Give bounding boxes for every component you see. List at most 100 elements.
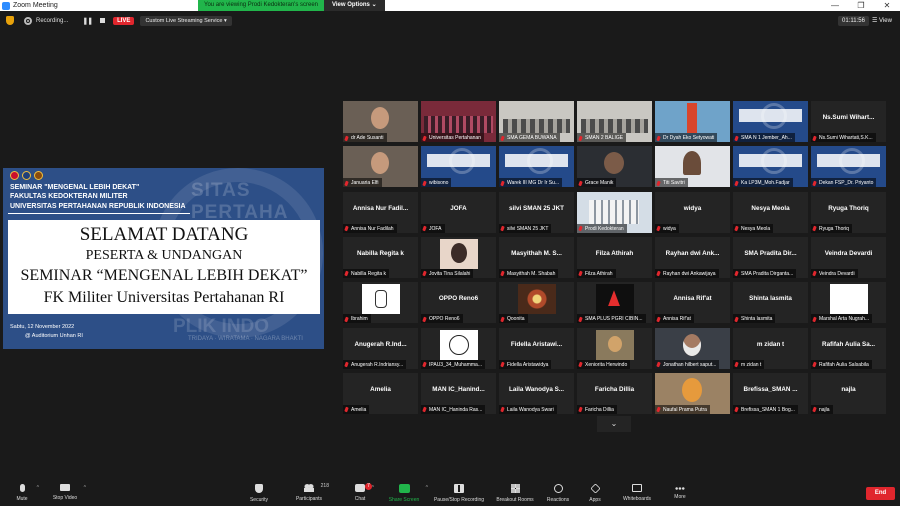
participant-display-name: Rafifah Aulia Sa... [822, 340, 875, 348]
participant-tile[interactable]: Laila Wanodya S... Laila Wanodya Swari [499, 372, 574, 414]
participant-tile[interactable]: Ns.Sumi Wihart... Ns.Sumi Wihartati,S.K..… [811, 101, 886, 142]
participant-name: SMA Pradita Dirganta... [741, 270, 794, 277]
pause-recording-button[interactable]: ❚❚ [82, 17, 93, 25]
share-options-caret[interactable]: ^ [426, 485, 428, 491]
participant-tile[interactable]: Nabilla Regita k Nabilla Regita k [343, 236, 418, 278]
meeting-timer: 01:11:56 [838, 15, 869, 26]
participant-tile[interactable]: dr Ade Susanti [343, 101, 418, 142]
whiteboards-button[interactable]: Whiteboards [621, 482, 653, 506]
more-button[interactable]: More [672, 482, 688, 506]
muted-mic-icon [734, 180, 739, 187]
participant-tile[interactable]: wibisono [421, 146, 496, 188]
participant-name: wibisono [429, 180, 449, 187]
recording-label: Recording... [36, 17, 69, 24]
participant-name: Shinta lasmita [741, 316, 773, 323]
muted-mic-icon [812, 135, 817, 141]
participant-tile[interactable]: Amelia Amelia [343, 372, 418, 414]
view-options-button[interactable]: View Options ⌄ [324, 0, 385, 11]
ellipsis-icon [675, 487, 685, 490]
encryption-shield-icon[interactable] [6, 16, 14, 25]
participant-tile[interactable]: Ka LP3M_Moh.Fadjar [733, 146, 808, 188]
participant-tile[interactable]: Masyithah M. S... Masyithah M. Shabah [499, 236, 574, 278]
participant-tile[interactable]: Dr Dyah Eko Setyowati [655, 101, 730, 142]
stop-video-button[interactable]: Stop Video ^ [50, 482, 86, 506]
view-button[interactable]: ☰ View [872, 17, 892, 24]
end-meeting-button[interactable]: End [866, 487, 895, 500]
participant-tile[interactable]: OPPO Reno6 OPPO Reno6 [421, 282, 496, 324]
participant-tile[interactable]: SMA Pradita Dir... SMA Pradita Dirganta..… [733, 236, 808, 278]
reactions-button[interactable]: Reactions [546, 482, 570, 506]
audio-options-caret[interactable]: ^ [37, 485, 39, 491]
participant-tile[interactable]: Faricha Dillia Faricha Dillia [577, 372, 652, 414]
participant-tile[interactable]: najla najla [811, 372, 886, 414]
apps-icon [589, 483, 601, 494]
participant-name: Nesya Meola [741, 225, 771, 232]
participant-name: OPPO Reno6 [429, 316, 460, 323]
pause-stop-recording-button[interactable]: Pause/Stop Recording [432, 482, 486, 506]
participant-tile[interactable]: Jonathan hilbert saput... [655, 327, 730, 369]
participant-tile[interactable]: Rafifah Aulia Sa... Rafifah Aulia Salsabi… [811, 327, 886, 369]
participant-name: dr Ade Susanti [351, 135, 384, 141]
participant-tile[interactable]: Universitas Pertahanan [421, 101, 496, 142]
participant-tile[interactable]: Dekan FSP_Dr. Priyanto [811, 146, 886, 188]
participant-display-name: m zidan t [756, 340, 785, 348]
live-badge[interactable]: LIVE [113, 16, 135, 25]
participant-tile[interactable]: SMAN 2 BALIGE [577, 101, 652, 142]
participant-tile[interactable]: Marshal Arta Nugrah... [811, 282, 886, 324]
participant-tile[interactable]: Titi Savitri [655, 146, 730, 188]
watermark-text-top: SITAS PERTAHA [191, 180, 289, 223]
next-page-button[interactable]: ⌄ [597, 416, 631, 432]
participant-tile[interactable]: Shinta lasmita Shinta lasmita [733, 282, 808, 324]
muted-mic-icon [734, 135, 739, 141]
participants-button[interactable]: Participants 218 [293, 482, 329, 506]
participant-tile[interactable]: Naufal Prama Putra [655, 372, 730, 414]
participant-tile[interactable]: Ryuga Thoriq Ryuga Thoriq [811, 191, 886, 233]
close-button[interactable]: ✕ [874, 1, 900, 10]
minimize-button[interactable]: — [822, 1, 848, 10]
participant-tile[interactable]: Fidella Aristawi... Fidella Aristawidya [499, 327, 574, 369]
slide-title: SELAMAT DATANG [79, 224, 249, 245]
mute-button[interactable]: Mute ^ [11, 482, 39, 506]
share-screen-button[interactable]: Share Screen ^ [386, 482, 428, 506]
participant-tile[interactable]: Xeniorita Herwindo [577, 327, 652, 369]
participant-tile[interactable]: Januaria Elfi [343, 146, 418, 188]
participant-name: Faricha Dillia [585, 406, 614, 413]
participant-tile[interactable]: Annisa Rif'at Annisa Rif'at [655, 282, 730, 324]
participant-tile[interactable]: Prodi Kedokteran [577, 191, 652, 233]
participant-name-label: Grace Manik [577, 178, 617, 188]
participant-tile[interactable]: Nesya Meola Nesya Meola [733, 191, 808, 233]
participant-tile[interactable]: m zidan t m zidan t [733, 327, 808, 369]
security-button[interactable]: Security [247, 482, 271, 506]
participant-tile[interactable]: silvi SMAN 25 JKT silvi SMAN 25 JKT [499, 191, 574, 233]
whiteboard-icon [632, 484, 642, 492]
participant-display-name: silvi SMAN 25 JKT [509, 204, 564, 212]
participant-tile[interactable]: SMA PLUS PGRI CIBIN... [577, 282, 652, 324]
breakout-rooms-button[interactable]: Breakout Rooms [495, 482, 535, 506]
participant-tile[interactable]: Veindra Devardi Veindra Devardi [811, 236, 886, 278]
participant-tile[interactable]: Anugerah R.Ind... Anugerah R.Indriansy... [343, 327, 418, 369]
participant-tile[interactable]: JOFA JOFA [421, 191, 496, 233]
participant-tile[interactable]: widya widya [655, 191, 730, 233]
stop-recording-button[interactable] [100, 18, 106, 23]
participant-tile[interactable]: Rayhan dwi Ank... Rayhan dwi Ankawijaya [655, 236, 730, 278]
participant-tile[interactable]: SMA GEMA BUWANA [499, 101, 574, 142]
participant-tile[interactable]: SMA N 1 Jember_Ah... [733, 101, 808, 142]
participant-tile[interactable]: Grace Manik [577, 146, 652, 188]
participant-tile[interactable]: Filza Athirah Filza Athirah [577, 236, 652, 278]
participant-display-name: Filza Athirah [595, 249, 634, 257]
maximize-button[interactable]: ❐ [848, 1, 874, 10]
participant-name-label: Veindra Devardi [811, 268, 858, 278]
participant-tile[interactable]: Annisa Nur Fadil... Annisa Nur Fadilah [343, 191, 418, 233]
participant-profile-picture [440, 238, 478, 269]
participant-tile[interactable]: Qoonita [499, 282, 574, 324]
participant-tile[interactable]: Warek III MG Dr Ir Su... [499, 146, 574, 188]
participant-tile[interactable]: Jovita Tina Silalahi [421, 236, 496, 278]
participant-tile[interactable]: Ibrahim [343, 282, 418, 324]
apps-button[interactable]: Apps [587, 482, 603, 506]
participant-name-label: wibisono [421, 178, 452, 188]
participant-tile[interactable]: Brefissa_SMAN ... Brefissa_SMAN 1 Bog... [733, 372, 808, 414]
video-options-caret[interactable]: ^ [84, 485, 86, 491]
participant-tile[interactable]: MAN IC_Hanind... MAN IC_Haninda Ras... [421, 372, 496, 414]
participant-tile[interactable]: IPAU3_34_Muhamma... [421, 327, 496, 369]
live-stream-dropdown[interactable]: Custom Live Streaming Service ▾ [140, 15, 232, 26]
